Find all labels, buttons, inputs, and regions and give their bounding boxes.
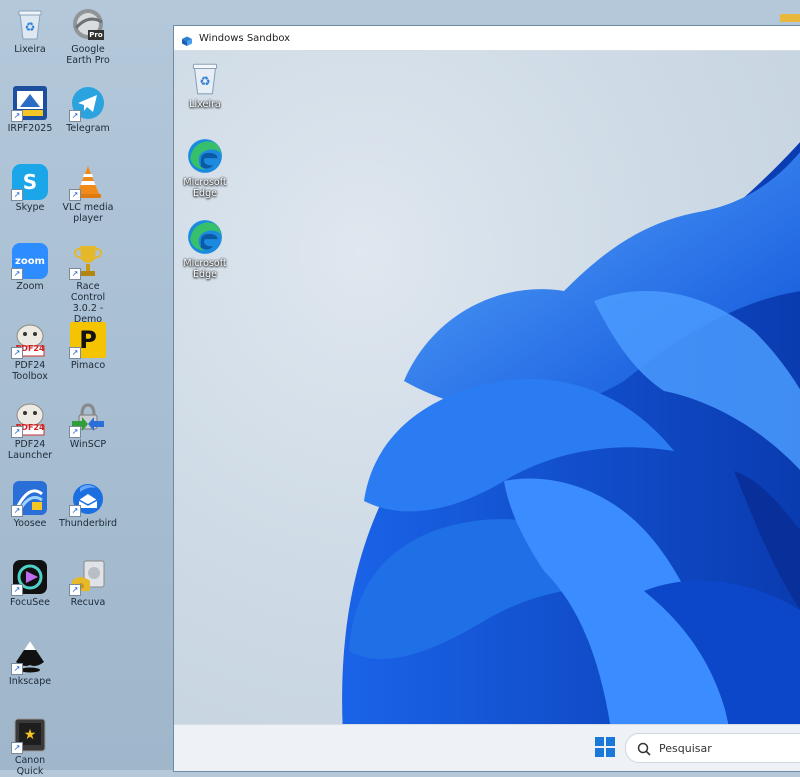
svg-text:♻: ♻	[199, 73, 210, 88]
window-title: Windows Sandbox	[199, 32, 291, 44]
desktop-icon-label: Race Control 3.0.2 - Demo	[70, 281, 106, 325]
desktop-icon-label: Telegram	[66, 123, 110, 134]
desktop-icon-irpf2025[interactable]: ↗ IRPF2025	[0, 85, 60, 134]
focusee-icon: ↗	[11, 559, 48, 596]
desktop-icon-label: Zoom	[16, 281, 44, 292]
host-corner-folder-icon	[780, 14, 800, 22]
windows-start-icon[interactable]	[595, 737, 615, 757]
sandbox-icon-edge-2[interactable]: Microsoft Edge	[175, 218, 235, 280]
search-icon	[637, 741, 651, 756]
desktop-icon-label: Thunderbird	[58, 518, 118, 529]
desktop-icon-inkscape[interactable]: ↗ Inkscape	[0, 638, 60, 687]
desktop-icon-label: Canon Quick	[14, 755, 46, 777]
desktop-icon-thunderbird[interactable]: ↗ Thunderbird	[58, 480, 118, 529]
recuva-icon: ↗	[69, 559, 106, 596]
thunderbird-icon: ↗	[69, 480, 106, 517]
search-placeholder: Pesquisar	[659, 741, 712, 755]
inkscape-icon: ↗	[11, 638, 48, 675]
desktop-icon-pdf24-launcher[interactable]: PDF24 ↗ PDF24 Launcher	[0, 401, 60, 461]
desktop-icon-label: WinSCP	[69, 439, 107, 450]
recycle-bin-icon: ♻	[12, 6, 48, 42]
desktop-icon-telegram[interactable]: ↗ Telegram	[58, 85, 118, 134]
desktop-icon-recuva[interactable]: ↗ Recuva	[58, 559, 118, 608]
recycle-bin-icon: ♻	[186, 59, 224, 97]
desktop-icon-pdf24-toolbox[interactable]: PDF24 ↗ PDF24 Toolbox	[0, 322, 60, 382]
desktop-icon-race-control[interactable]: ↗ Race Control 3.0.2 - Demo	[58, 243, 118, 325]
wallpaper-bloom	[342, 142, 800, 725]
sandbox-desktop[interactable]: ♻ Lixeira Microsoft Edge Microsoft Edge	[174, 51, 800, 725]
desktop-icon-yoosee[interactable]: ↗ Yoosee	[0, 480, 60, 529]
desktop-icon-label: Recuva	[70, 597, 106, 608]
skype-icon: S ↗	[11, 164, 48, 201]
canon-icon: ★ ↗	[11, 717, 48, 754]
desktop-icon-label: Pimaco	[70, 360, 106, 371]
sandbox-icon-edge-1[interactable]: Microsoft Edge	[175, 137, 235, 199]
edge-icon	[186, 137, 224, 175]
desktop-icon-label: VLC media player	[62, 202, 114, 224]
winscp-icon: ↗	[69, 401, 106, 438]
desktop-icon-pimaco[interactable]: P ↗ Pimaco	[58, 322, 118, 371]
telegram-icon: ↗	[69, 85, 106, 122]
edge-icon	[186, 218, 224, 256]
desktop-icon-label: Inkscape	[8, 676, 52, 687]
sandbox-icon-label: Microsoft Edge	[183, 177, 227, 199]
irpf-icon: ↗	[11, 85, 48, 122]
desktop-icon-canon-quick[interactable]: ★ ↗ Canon Quick	[0, 717, 60, 777]
trophy-icon: ↗	[69, 243, 106, 280]
desktop-icon-google-earth[interactable]: Pro Google Earth Pro	[58, 6, 118, 66]
desktop-icon-label: Lixeira	[14, 44, 46, 55]
sandbox-titlebar[interactable]: Windows Sandbox	[174, 26, 800, 51]
desktop-icon-zoom[interactable]: zoom ↗ Zoom	[0, 243, 60, 292]
desktop-icon-label: PDF24 Toolbox	[12, 360, 48, 382]
desktop-icon-skype[interactable]: S ↗ Skype	[0, 164, 60, 213]
desktop-icon-label: FocuSee	[10, 597, 50, 608]
sandbox-icon-lixeira[interactable]: ♻ Lixeira	[175, 59, 235, 110]
pdf24-icon: PDF24 ↗	[11, 322, 48, 359]
desktop-icon-lixeira[interactable]: ♻ Lixeira	[0, 6, 60, 55]
pdf24-icon: PDF24 ↗	[11, 401, 48, 438]
pimaco-icon: P ↗	[69, 322, 106, 359]
sandbox-window[interactable]: Windows Sandbox ♻ Lixeira Microsoft Edge…	[173, 25, 800, 772]
vlc-icon: ↗	[69, 164, 106, 201]
desktop-icon-label: IRPF2025	[7, 123, 53, 134]
desktop-icon-label: Skype	[15, 202, 45, 213]
sandbox-icon-label: Lixeira	[189, 99, 221, 110]
sandbox-app-icon	[181, 32, 193, 46]
desktop-icon-vlc[interactable]: ↗ VLC media player	[58, 164, 118, 224]
sandbox-icon-label: Microsoft Edge	[183, 258, 227, 280]
desktop-icon-label: PDF24 Launcher	[7, 439, 53, 461]
svg-text:★: ★	[24, 727, 37, 743]
zoom-icon: zoom ↗	[11, 243, 48, 280]
svg-text:♻: ♻	[25, 20, 36, 34]
desktop-icon-focusee[interactable]: ↗ FocuSee	[0, 559, 60, 608]
desktop-icon-label: Google Earth Pro	[66, 44, 110, 66]
taskbar-search-box[interactable]: Pesquisar	[625, 733, 800, 763]
sandbox-taskbar: Pesquisar	[174, 724, 800, 771]
yoosee-icon: ↗	[11, 480, 48, 517]
google-earth-icon: Pro	[70, 6, 106, 42]
desktop-icon-winscp[interactable]: ↗ WinSCP	[58, 401, 118, 450]
desktop-icon-label: Yoosee	[13, 518, 47, 529]
